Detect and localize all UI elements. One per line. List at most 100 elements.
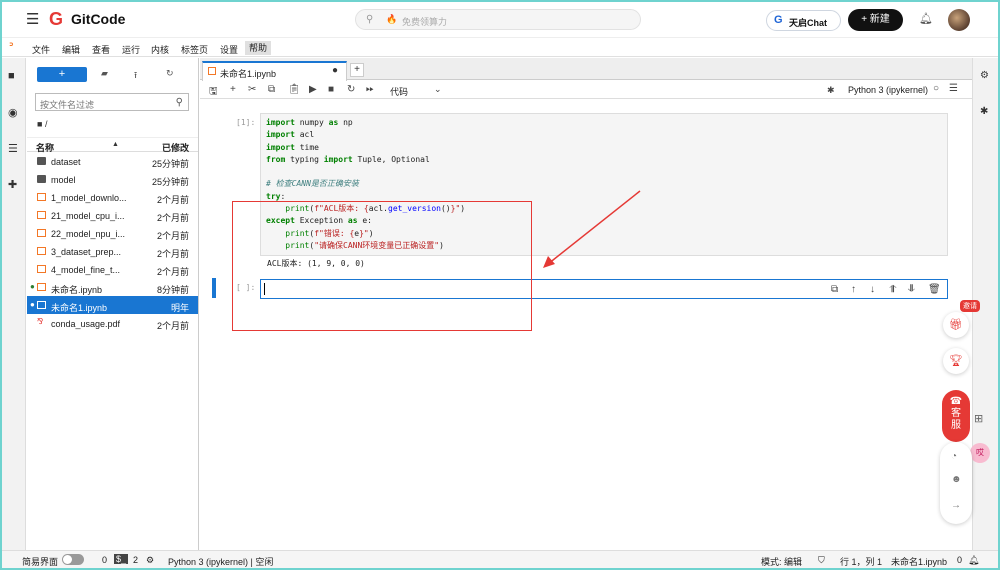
- stop-icon[interactable]: ■: [328, 84, 334, 95]
- apps-grid-icon[interactable]: ⊞: [974, 412, 983, 425]
- run-icon[interactable]: ▶: [309, 84, 317, 95]
- gift-icon[interactable]: 🎁︎: [943, 312, 969, 338]
- new-folder-icon[interactable]: ▰: [101, 68, 108, 79]
- move-up-icon[interactable]: ↑: [851, 284, 856, 295]
- customer-service-button[interactable]: ☎ 客 服: [942, 390, 970, 442]
- left-activity-bar: ■ ◉ ☰ ✚: [2, 58, 26, 550]
- bug-icon[interactable]: ✱: [827, 85, 835, 96]
- menu-kernel[interactable]: 内核: [151, 43, 169, 56]
- simple-mode-toggle[interactable]: [62, 554, 84, 565]
- cut-icon[interactable]: ✂: [248, 84, 256, 95]
- shield-icon[interactable]: ⛉: [818, 555, 825, 566]
- search-placeholder: 免费领算力: [402, 17, 448, 27]
- code-token: as: [328, 118, 339, 127]
- extension-icon[interactable]: ✚: [8, 178, 17, 191]
- unsaved-dot-icon[interactable]: ●: [332, 65, 338, 76]
- file-row[interactable]: model 25分钟前: [27, 170, 198, 188]
- user-avatar[interactable]: [948, 9, 970, 31]
- new-launcher-button[interactable]: +: [37, 67, 87, 82]
- pdf-icon: ⅋: [37, 317, 44, 326]
- file-filter-input[interactable]: 按文件名过滤 ⚲: [35, 93, 189, 111]
- file-row[interactable]: ● 未命名1.ipynb 明年: [27, 296, 198, 314]
- cell-prompt: [1]:: [236, 118, 256, 127]
- kernel-count[interactable]: 2: [133, 555, 138, 565]
- gitcode-logo-text[interactable]: GitCode: [71, 11, 125, 27]
- mode-indicator[interactable]: 模式: 编辑: [761, 555, 802, 568]
- paste-icon[interactable]: 📋︎: [288, 84, 301, 95]
- menu-run[interactable]: 运行: [122, 43, 140, 56]
- code-token: numpy: [294, 118, 329, 127]
- copy-icon[interactable]: ⧉: [268, 84, 275, 95]
- file-row[interactable]: 22_model_npu_i... 2个月前: [27, 224, 198, 242]
- delete-cell-icon[interactable]: 🗑︎: [928, 284, 941, 295]
- chat-label: 天启Chat: [789, 18, 827, 28]
- file-row[interactable]: dataset 25分钟前: [27, 152, 198, 170]
- toc-icon[interactable]: ☰: [8, 142, 18, 155]
- file-name: 1_model_downlo...: [51, 193, 127, 203]
- bell-icon[interactable]: 🔔︎: [919, 12, 933, 25]
- code-token: # 检查CANN是否正确安装: [266, 179, 359, 189]
- trophy-icon[interactable]: 🏆︎: [943, 348, 969, 374]
- hamburger-menu-icon[interactable]: ☰: [26, 12, 39, 27]
- menu-tabs[interactable]: 标签页: [181, 43, 208, 56]
- notification-bell-icon[interactable]: 🔔︎: [968, 555, 979, 566]
- gitcode-logo-icon[interactable]: G: [49, 9, 63, 29]
- refresh-icon[interactable]: ↻: [166, 68, 174, 79]
- folder-icon[interactable]: ■: [8, 70, 15, 82]
- file-list-header: 名称 ▲ 已修改: [27, 137, 198, 153]
- file-modified: 明年: [170, 303, 189, 313]
- file-name: 3_dataset_prep...: [51, 247, 122, 257]
- file-row[interactable]: ⅋ conda_usage.pdf 2个月前: [27, 314, 198, 332]
- file-row[interactable]: 1_model_downlo... 2个月前: [27, 188, 198, 206]
- terminal-icon: $_: [114, 554, 129, 564]
- folder-icon: [37, 175, 46, 183]
- kernel-status[interactable]: Python 3 (ipykernel) | 空闲: [168, 555, 273, 568]
- code-token: Tuple, Optional: [352, 154, 430, 164]
- running-icon[interactable]: ◉: [8, 106, 18, 119]
- insert-above-icon[interactable]: ⥣: [889, 284, 896, 295]
- menu-icon[interactable]: ☰: [949, 83, 958, 94]
- kernel-name[interactable]: Python 3 (ipykernel): [848, 85, 928, 95]
- tianqi-chat-button[interactable]: G 天启Chat: [766, 10, 841, 31]
- save-icon[interactable]: 🖫: [209, 84, 218, 101]
- insert-below-icon[interactable]: ⥥: [908, 284, 915, 295]
- new-button[interactable]: + 新建: [848, 9, 903, 31]
- insert-cell-icon[interactable]: +: [230, 84, 236, 95]
- debugger-icon[interactable]: ✱: [980, 106, 988, 117]
- arrow-right-icon[interactable]: →: [951, 500, 961, 511]
- menu-file[interactable]: 文件: [32, 43, 50, 56]
- property-inspector-icon[interactable]: ⚙: [980, 70, 989, 81]
- restart-icon[interactable]: ↻: [347, 84, 355, 95]
- menu-view[interactable]: 查看: [92, 43, 110, 56]
- terminal-count[interactable]: 0: [102, 555, 107, 565]
- new-tab-button[interactable]: +: [350, 63, 364, 77]
- cursor-position[interactable]: 行 1，列 1: [840, 555, 882, 568]
- cell-type-select[interactable]: 代码: [390, 85, 408, 98]
- file-name: 4_model_fine_t...: [51, 265, 121, 275]
- headset-icon: ☎: [949, 396, 963, 407]
- file-name: dataset: [51, 157, 81, 167]
- file-row[interactable]: ● 未命名.ipynb 8分钟前: [27, 278, 198, 296]
- run-all-icon[interactable]: ⏩︎: [366, 84, 374, 95]
- assistant-avatar[interactable]: 哎: [970, 443, 990, 463]
- upload-icon[interactable]: ⭱: [134, 68, 137, 84]
- file-name: conda_usage.pdf: [51, 319, 121, 329]
- status-bar: 简易界面 0 $_ 2 ⚙ Python 3 (ipykernel) | 空闲 …: [2, 550, 998, 568]
- menu-edit[interactable]: 编辑: [62, 43, 80, 56]
- code-token: :: [280, 191, 286, 201]
- invite-badge[interactable]: 邀请: [960, 300, 980, 312]
- duplicate-cell-icon[interactable]: ⧉: [831, 284, 838, 295]
- search-box[interactable]: ⚲ 🔥 免费领算力: [355, 9, 641, 30]
- breadcrumb[interactable]: ■ /: [37, 119, 47, 129]
- menu-settings[interactable]: 设置: [220, 43, 238, 56]
- file-row[interactable]: 3_dataset_prep... 2个月前: [27, 242, 198, 260]
- smile-icon[interactable]: ☻: [951, 474, 962, 485]
- move-down-icon[interactable]: ↓: [870, 284, 875, 295]
- file-row[interactable]: 21_model_cpu_i... 2个月前: [27, 206, 198, 224]
- tab-notebook[interactable]: 未命名1.ipynb ●: [202, 61, 347, 81]
- file-row[interactable]: 4_model_fine_t... 2个月前: [27, 260, 198, 278]
- menu-help[interactable]: 帮助: [245, 41, 272, 55]
- feedback-icon[interactable]: ◔: [951, 451, 957, 462]
- notification-count[interactable]: 0: [957, 555, 962, 565]
- chevron-down-icon[interactable]: ⌄: [434, 84, 442, 95]
